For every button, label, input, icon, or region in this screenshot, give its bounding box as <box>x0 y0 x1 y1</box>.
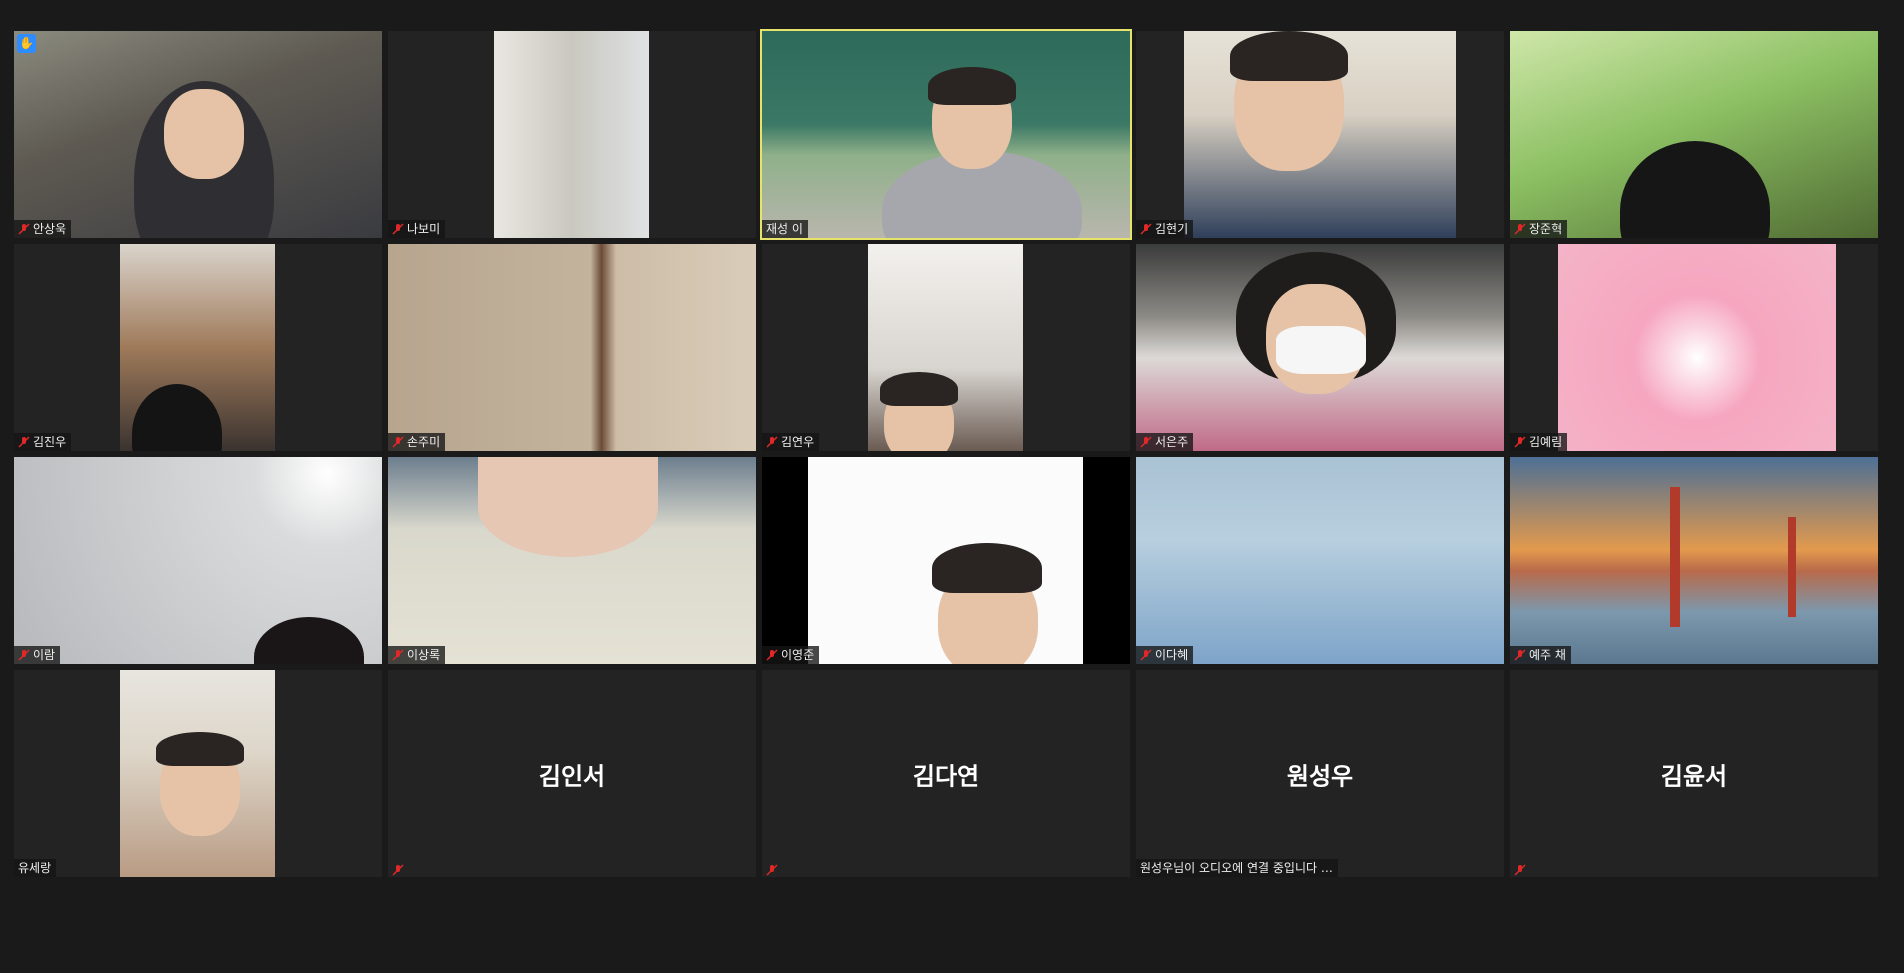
participant-nametag: 김예림 <box>1510 433 1568 451</box>
participant-name: 이상록 <box>407 648 441 662</box>
participant-video <box>1510 31 1878 238</box>
video-tile[interactable]: ✋ 안상욱 <box>14 31 382 238</box>
video-tile[interactable]: 서은주 <box>1136 244 1504 451</box>
participant-video <box>388 457 756 664</box>
participant-video <box>1184 31 1456 238</box>
participant-nametag: 김진우 <box>14 433 72 451</box>
video-tile[interactable]: 김윤서 <box>1510 670 1878 877</box>
participant-nametag: 장준혁 <box>1510 220 1568 238</box>
participant-video <box>388 244 756 451</box>
video-tile[interactable]: 장준혁 <box>1510 31 1878 238</box>
participant-nametag: 이상록 <box>388 646 446 664</box>
participant-name: 재성 이 <box>766 222 803 236</box>
mic-off-icon <box>1514 649 1526 661</box>
mic-off-icon <box>766 649 778 661</box>
participant-video <box>1136 457 1504 664</box>
participant-video <box>14 31 382 238</box>
mic-off-icon <box>18 649 30 661</box>
participant-name: 안상욱 <box>33 222 67 236</box>
participant-video <box>762 457 1130 664</box>
video-tile[interactable]: 이람 <box>14 457 382 664</box>
participant-nametag <box>1510 863 1531 877</box>
participant-name: 김연우 <box>781 435 815 449</box>
participant-display-name: 원성우 <box>1286 762 1354 790</box>
participant-nametag: 예주 채 <box>1510 646 1571 664</box>
participant-video <box>120 670 275 877</box>
participant-nametag: 이영준 <box>762 646 820 664</box>
participant-video <box>1136 244 1504 451</box>
participant-name: 이람 <box>33 648 56 662</box>
participant-nametag: 손주미 <box>388 433 446 451</box>
status-text: 원성우님이 오디오에 연결 중입니다 … <box>1140 861 1333 875</box>
video-tile[interactable]: 손주미 <box>388 244 756 451</box>
participant-nametag: 김현기 <box>1136 220 1194 238</box>
participant-nametag: 이람 <box>14 646 61 664</box>
video-tile[interactable]: 유세랑 <box>14 670 382 877</box>
gallery-grid: ✋ 안상욱 나보미 재성 이 김현기 장준혁 김진우 손주미 김연우 서은주 김… <box>14 29 1880 879</box>
mic-off-icon <box>392 649 404 661</box>
participant-display-name: 김다연 <box>912 762 980 790</box>
video-tile[interactable]: 나보미 <box>388 31 756 238</box>
participant-display-name: 김윤서 <box>1660 762 1728 790</box>
participant-name: 서은주 <box>1155 435 1189 449</box>
mic-off-icon <box>1514 223 1526 235</box>
mic-off-icon <box>392 436 404 448</box>
participant-video <box>120 244 275 451</box>
participant-video <box>14 457 382 664</box>
mic-off-icon <box>392 223 404 235</box>
participant-name: 예주 채 <box>1529 648 1566 662</box>
mic-off-icon <box>766 864 778 876</box>
participant-video <box>494 31 649 238</box>
participant-name: 나보미 <box>407 222 441 236</box>
participant-nametag: 재성 이 <box>762 220 808 238</box>
participant-video <box>1558 244 1836 451</box>
participant-name: 이다혜 <box>1155 648 1189 662</box>
participant-display-name: 김인서 <box>538 762 606 790</box>
mic-off-icon <box>1514 436 1526 448</box>
participant-video <box>1510 457 1878 664</box>
participant-nametag <box>388 863 409 877</box>
video-tile[interactable]: 이영준 <box>762 457 1130 664</box>
mic-off-icon <box>1140 436 1152 448</box>
mic-off-icon <box>18 436 30 448</box>
participant-nametag <box>762 863 783 877</box>
video-tile[interactable]: 이다혜 <box>1136 457 1504 664</box>
participant-nametag: 안상욱 <box>14 220 72 238</box>
participant-name: 김진우 <box>33 435 67 449</box>
participant-name: 장준혁 <box>1529 222 1563 236</box>
video-tile[interactable]: 예주 채 <box>1510 457 1878 664</box>
participant-video <box>868 244 1023 451</box>
connecting-status: 원성우님이 오디오에 연결 중입니다 … <box>1136 859 1338 877</box>
participant-name: 유세랑 <box>18 861 52 875</box>
video-tile[interactable]: 김예림 <box>1510 244 1878 451</box>
mic-off-icon <box>1140 223 1152 235</box>
mic-off-icon <box>1140 649 1152 661</box>
mic-off-icon <box>766 436 778 448</box>
mic-off-icon <box>18 223 30 235</box>
video-tile[interactable]: 김다연 <box>762 670 1130 877</box>
mic-off-icon <box>1514 864 1526 876</box>
video-tile[interactable]: 이상록 <box>388 457 756 664</box>
participant-nametag: 나보미 <box>388 220 446 238</box>
participant-name: 김현기 <box>1155 222 1189 236</box>
participant-name: 손주미 <box>407 435 441 449</box>
video-tile[interactable]: 김인서 <box>388 670 756 877</box>
video-tile-active-speaker[interactable]: 재성 이 <box>760 29 1132 240</box>
participant-name: 이영준 <box>781 648 815 662</box>
participant-nametag: 김연우 <box>762 433 820 451</box>
participant-name: 김예림 <box>1529 435 1563 449</box>
video-tile[interactable]: 김연우 <box>762 244 1130 451</box>
mic-off-icon <box>392 864 404 876</box>
participant-nametag: 이다혜 <box>1136 646 1194 664</box>
participant-nametag: 서은주 <box>1136 433 1194 451</box>
video-tile[interactable]: 김현기 <box>1136 31 1504 238</box>
video-tile[interactable]: 김진우 <box>14 244 382 451</box>
participant-video <box>762 31 1130 238</box>
raised-hand-icon: ✋ <box>17 34 36 53</box>
video-tile[interactable]: 원성우 원성우님이 오디오에 연결 중입니다 … <box>1136 670 1504 877</box>
participant-nametag: 유세랑 <box>14 859 57 877</box>
